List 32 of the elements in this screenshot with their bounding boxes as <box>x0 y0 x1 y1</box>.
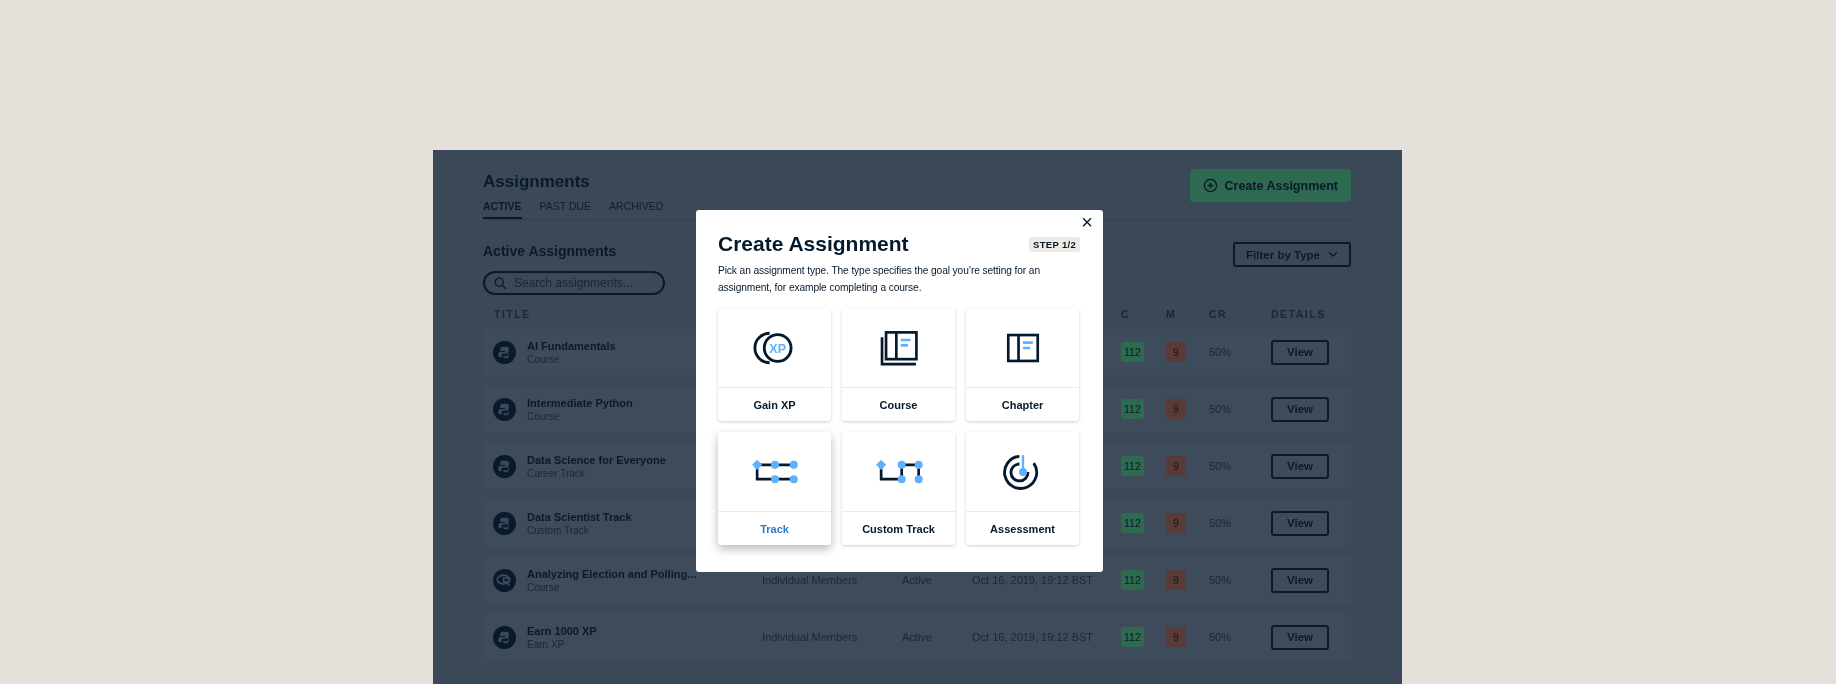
count-badge: 9 <box>1166 342 1186 362</box>
count-badge: 9 <box>1166 456 1186 476</box>
language-logo-icon <box>493 340 516 364</box>
count-badge: 112 <box>1121 570 1144 590</box>
language-logo-icon <box>493 397 516 421</box>
close-button[interactable]: × <box>1077 212 1097 232</box>
assignment-type-card[interactable]: Course <box>842 308 955 421</box>
count-badge: 9 <box>1166 570 1186 590</box>
assignment-type-card[interactable]: Assessment <box>966 432 1079 545</box>
language-logo-icon <box>493 454 516 478</box>
assignment-type-card[interactable]: Track <box>718 432 831 545</box>
step-badge: STEP 1/2 <box>1029 236 1080 252</box>
count-badge: 112 <box>1121 627 1144 647</box>
plus-circle-icon <box>1202 178 1218 193</box>
assignment-type-card[interactable]: Custom Track <box>842 432 955 545</box>
chevron-down-icon <box>1328 251 1338 258</box>
language-logo-icon <box>493 511 516 535</box>
assignment-type-card[interactable]: Chapter <box>966 308 1079 421</box>
count-badge: 9 <box>1166 513 1186 533</box>
count-badge: 112 <box>1121 513 1144 533</box>
language-logo-icon <box>493 625 516 649</box>
count-badge: 112 <box>1121 342 1144 362</box>
modal-description: Pick an assignment type. The type specifies the goal you’re setting for an assignment, for example completing a course. <box>718 264 1041 295</box>
search-icon <box>494 277 507 290</box>
language-logo-icon <box>493 568 516 592</box>
assignment-type-card[interactable]: XP Gain XP <box>718 308 831 421</box>
create-assignment-button[interactable]: Create Assignment <box>1189 169 1351 202</box>
count-badge: 9 <box>1166 399 1186 419</box>
count-badge: 112 <box>1121 456 1144 476</box>
count-badge: 9 <box>1166 627 1186 647</box>
modal-title: Create Assignment <box>718 232 909 256</box>
count-badge: 112 <box>1121 399 1144 419</box>
